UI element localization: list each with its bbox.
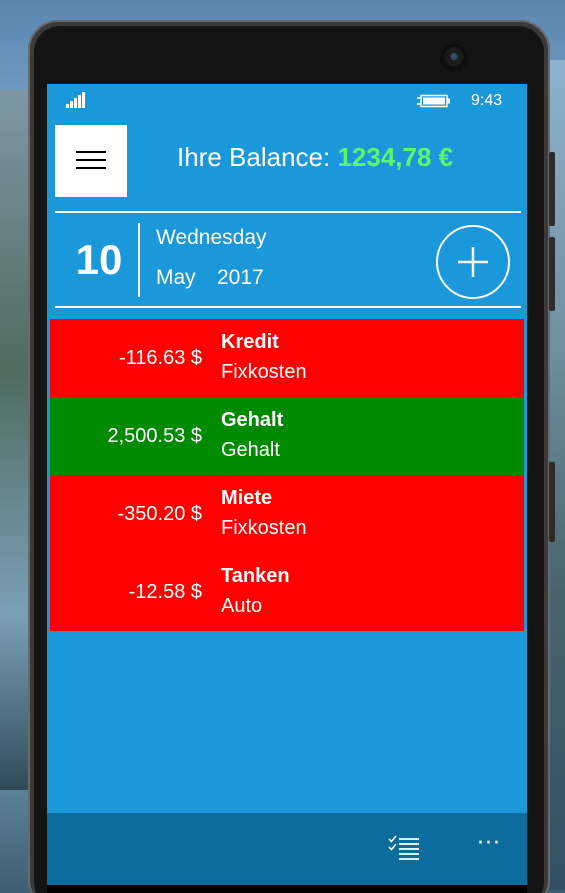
camera-button — [549, 462, 555, 542]
signal-icon — [66, 92, 90, 108]
date-year[interactable]: 2017 — [217, 266, 264, 290]
transaction-row[interactable]: 2,500.53 $ Gehalt Gehalt — [50, 397, 524, 475]
date-weekday[interactable]: Wednesday — [156, 226, 267, 250]
transaction-title: Gehalt — [221, 409, 284, 431]
transaction-category: Fixkosten — [221, 361, 307, 383]
app-screen: 9:43 Ihre Balance: 1234,78 € 10 Wednesda… — [47, 84, 527, 893]
divider-bottom — [55, 306, 521, 308]
more-icon[interactable]: ··· — [477, 831, 501, 856]
plus-icon — [458, 247, 488, 277]
status-time: 9:43 — [471, 92, 503, 109]
date-month[interactable]: May — [156, 266, 196, 290]
transaction-category: Gehalt — [221, 439, 280, 461]
transaction-row[interactable]: -12.58 $ Tanken Auto — [50, 553, 524, 631]
battery-icon — [417, 93, 451, 108]
transaction-title: Tanken — [221, 565, 290, 587]
power-button — [549, 237, 555, 311]
transaction-title: Kredit — [221, 331, 279, 353]
transaction-amount: -116.63 $ — [118, 347, 202, 369]
list-icon[interactable] — [387, 833, 421, 865]
divider-top — [55, 211, 521, 213]
status-bar: 9:43 — [47, 84, 527, 118]
transaction-amount: -12.58 $ — [128, 581, 202, 603]
volume-button — [549, 152, 555, 226]
date-day[interactable]: 10 — [69, 236, 129, 284]
transaction-category: Fixkosten — [221, 517, 307, 539]
nav-bar-strip — [47, 885, 527, 893]
front-camera — [440, 44, 468, 72]
transaction-amount: 2,500.53 $ — [107, 425, 202, 447]
menu-button[interactable] — [55, 125, 127, 197]
date-separator — [138, 223, 140, 297]
balance-label: Ihre Balance: — [177, 142, 331, 172]
transaction-row[interactable]: -350.20 $ Miete Fixkosten — [50, 475, 524, 553]
add-transaction-button[interactable] — [436, 225, 510, 299]
app-bar: ··· — [47, 813, 527, 885]
transaction-list: -116.63 $ Kredit Fixkosten 2,500.53 $ Ge… — [50, 319, 524, 631]
transaction-title: Miete — [221, 487, 273, 509]
transaction-category: Auto — [221, 595, 263, 617]
balance-display: Ihre Balance: 1234,78 € — [177, 142, 453, 173]
hamburger-icon — [76, 151, 106, 153]
balance-amount: 1234,78 € — [337, 142, 454, 172]
transaction-row[interactable]: -116.63 $ Kredit Fixkosten — [50, 319, 524, 397]
transaction-amount: -350.20 $ — [117, 503, 202, 525]
